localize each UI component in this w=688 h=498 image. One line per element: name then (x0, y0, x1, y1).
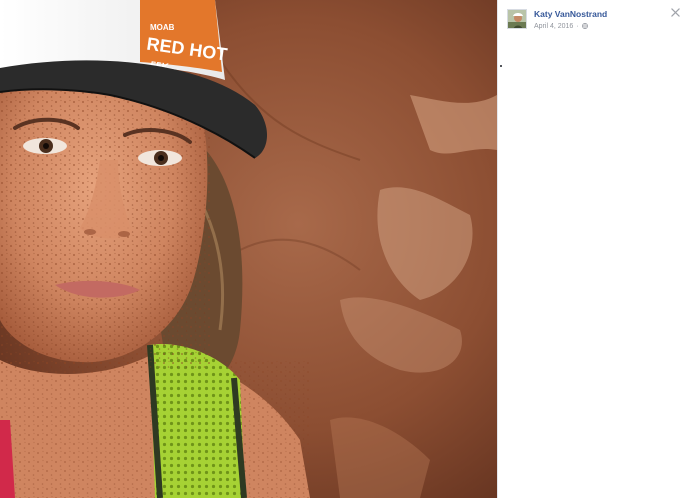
post-sidebar: Katy VanNostrand April 4, 2016 · (497, 0, 688, 498)
divider-dot (500, 65, 502, 67)
post-header: Katy VanNostrand April 4, 2016 · (507, 9, 607, 30)
post-subline: April 4, 2016 · (534, 23, 607, 30)
cap-text-top: MOAB (150, 23, 175, 32)
post-date-link[interactable]: April 4, 2016 (534, 23, 573, 30)
author-name-link[interactable]: Katy VanNostrand (534, 10, 607, 19)
author-avatar[interactable] (507, 9, 527, 29)
meta-separator: · (576, 22, 579, 30)
close-icon[interactable] (671, 8, 680, 17)
globe-icon[interactable] (581, 23, 588, 29)
profile-avatar-icon (508, 10, 526, 28)
post-photo[interactable]: MOAB RED HOT 55K (0, 0, 497, 498)
photo-viewer: MOAB RED HOT 55K Katy VanNostrand (0, 0, 688, 498)
post-meta: Katy VanNostrand April 4, 2016 · (534, 9, 607, 30)
selfie-photo: MOAB RED HOT 55K (0, 0, 497, 498)
